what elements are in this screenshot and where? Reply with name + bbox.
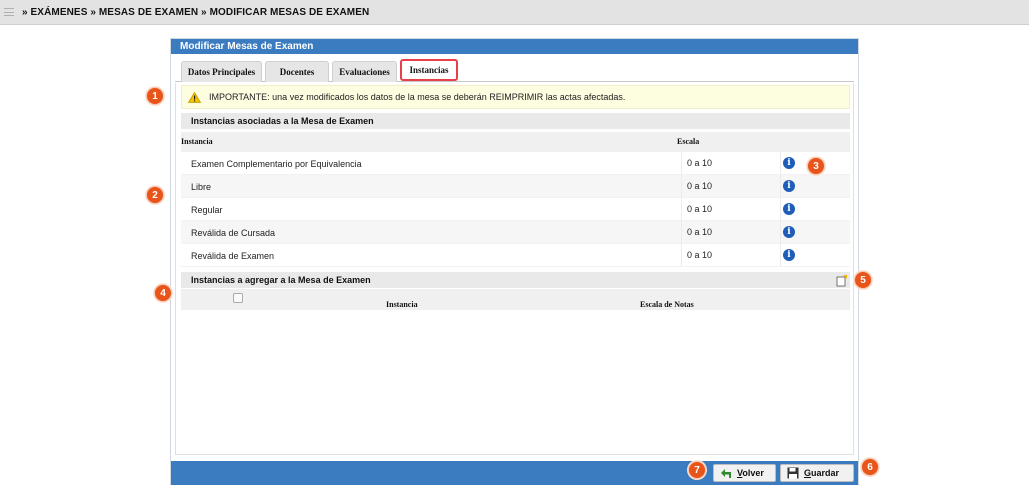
column-header-escala-notas: Escala de Notas bbox=[640, 300, 694, 309]
panel-title: Modificar Mesas de Examen bbox=[171, 39, 858, 54]
tab-evaluaciones[interactable]: Evaluaciones bbox=[332, 61, 397, 82]
cell-escala: 0 a 10 bbox=[681, 198, 781, 221]
annotation-badge-6: 6 bbox=[861, 458, 879, 476]
section-title-instancias-asociadas: Instancias asociadas a la Mesa de Examen bbox=[181, 113, 850, 129]
volver-label: olver bbox=[742, 468, 764, 478]
breadcrumb: » EXÁMENES » MESAS DE EXAMEN » MODIFICAR… bbox=[22, 6, 370, 18]
annotation-badge-5: 5 bbox=[854, 271, 872, 289]
tab-docentes[interactable]: Docentes bbox=[265, 61, 329, 82]
breadcrumb-bar: » EXÁMENES » MESAS DE EXAMEN » MODIFICAR… bbox=[0, 0, 1029, 25]
instancias-table: Instancia Escala Examen Complementario p… bbox=[181, 132, 850, 267]
annotation-badge-2: 2 bbox=[146, 186, 164, 204]
volver-button[interactable]: Volver bbox=[713, 464, 776, 482]
cell-instancia: Regular bbox=[191, 205, 223, 215]
annotation-badge-1: 1 bbox=[146, 87, 164, 105]
select-all-checkbox[interactable] bbox=[233, 293, 243, 303]
annotation-badge-7: 7 bbox=[688, 461, 706, 479]
table-row: Regular 0 a 10 i bbox=[181, 198, 850, 221]
cell-instancia: Examen Complementario por Equivalencia bbox=[191, 159, 362, 169]
table-row: Libre 0 a 10 i bbox=[181, 175, 850, 198]
column-header-instancia: Instancia bbox=[181, 137, 213, 146]
table-row: Examen Complementario por Equivalencia 0… bbox=[181, 152, 850, 175]
cell-instancia: Reválida de Examen bbox=[191, 251, 275, 261]
footer-bar: Volver Guardar bbox=[171, 461, 858, 485]
tab-datos-principales[interactable]: Datos Principales bbox=[181, 61, 262, 82]
tab-instancias[interactable]: Instancias bbox=[400, 59, 458, 81]
tab-content: IMPORTANTE: una vez modificados los dato… bbox=[175, 83, 854, 455]
info-icon[interactable]: i bbox=[783, 157, 797, 171]
info-icon[interactable]: i bbox=[783, 180, 797, 194]
table-row: Reválida de Examen 0 a 10 i bbox=[181, 244, 850, 267]
section-title-instancias-agregar: Instancias a agregar a la Mesa de Examen bbox=[181, 272, 850, 288]
warning-icon bbox=[188, 91, 201, 103]
table-row: Reválida de Cursada 0 a 10 i bbox=[181, 221, 850, 244]
column-header-escala: Escala bbox=[677, 137, 700, 146]
modify-exam-panel: Modificar Mesas de Examen Datos Principa… bbox=[170, 38, 859, 485]
save-disk-icon bbox=[787, 467, 799, 479]
annotation-badge-4: 4 bbox=[154, 284, 172, 302]
cell-instancia: Reválida de Cursada bbox=[191, 228, 276, 238]
info-icon[interactable]: i bbox=[783, 203, 797, 217]
cell-instancia: Libre bbox=[191, 182, 212, 192]
cell-escala: 0 a 10 bbox=[681, 221, 781, 244]
info-icon[interactable]: i bbox=[783, 226, 797, 240]
column-header-instancia: Instancia bbox=[386, 300, 418, 309]
back-arrow-icon bbox=[721, 468, 731, 478]
annotation-badge-3: 3 bbox=[807, 157, 825, 175]
cell-escala: 0 a 10 bbox=[681, 152, 781, 175]
warning-text: IMPORTANTE: una vez modificados los dato… bbox=[209, 92, 626, 102]
table-header: Instancia Escala bbox=[181, 132, 850, 152]
tab-bar: Datos Principales Docentes Evaluaciones … bbox=[175, 58, 854, 82]
cell-escala: 0 a 10 bbox=[681, 175, 781, 198]
menu-icon[interactable] bbox=[4, 8, 14, 16]
guardar-label: uardar bbox=[811, 468, 840, 478]
agregar-table-header: Instancia Escala de Notas bbox=[181, 289, 850, 310]
cell-escala: 0 a 10 bbox=[681, 244, 781, 267]
info-icon[interactable]: i bbox=[783, 249, 797, 263]
warning-message: IMPORTANTE: una vez modificados los dato… bbox=[181, 85, 850, 109]
guardar-button[interactable]: Guardar bbox=[780, 464, 854, 482]
guardar-access-key: G bbox=[804, 468, 812, 478]
